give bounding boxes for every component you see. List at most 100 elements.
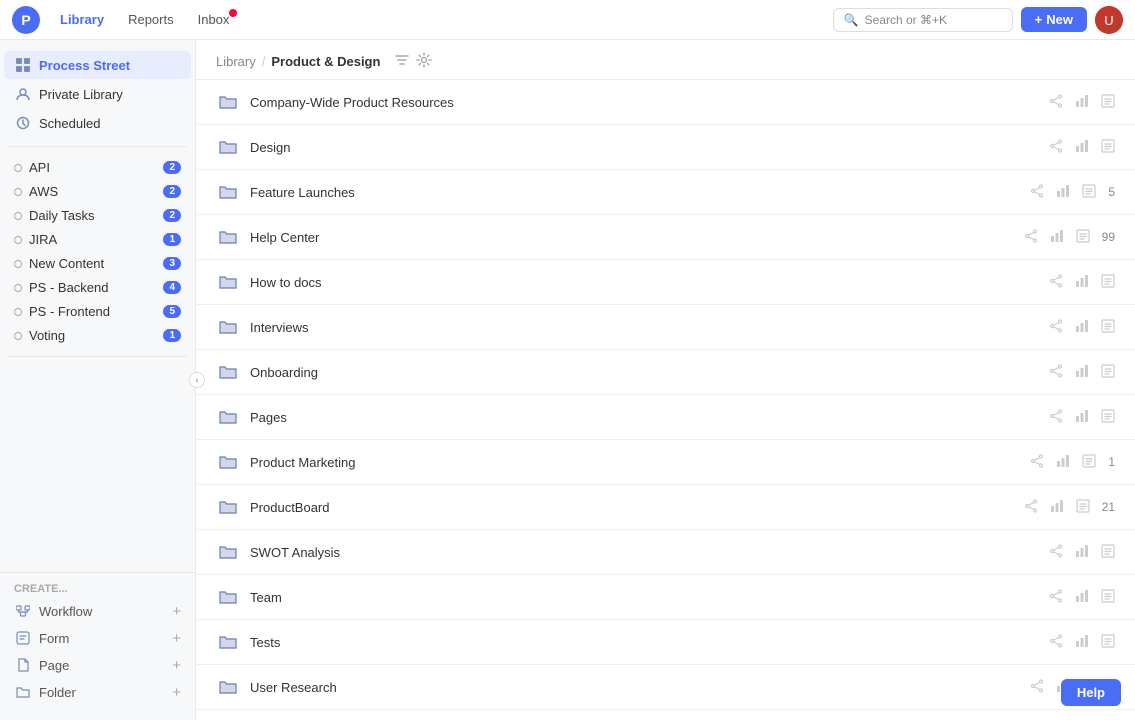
sidebar-tag-jira[interactable]: JIRA 1 — [4, 228, 191, 251]
chart-icon[interactable] — [1075, 634, 1089, 651]
tag-badge: 4 — [163, 281, 181, 294]
chart-icon[interactable] — [1050, 229, 1064, 246]
sidebar-tag-aws[interactable]: AWS 2 — [4, 180, 191, 203]
share-icon[interactable] — [1049, 94, 1063, 111]
list-icon[interactable] — [1101, 274, 1115, 291]
share-icon[interactable] — [1030, 184, 1044, 201]
page-icon — [14, 656, 32, 674]
list-icon[interactable] — [1101, 634, 1115, 651]
sidebar-item-private-library[interactable]: Private Library — [4, 80, 191, 108]
sidebar-tag-voting[interactable]: Voting 1 — [4, 324, 191, 347]
grid-icon — [14, 56, 32, 74]
nav-reports[interactable]: Reports — [118, 8, 184, 31]
nav-inbox[interactable]: Inbox — [188, 8, 240, 31]
chart-icon[interactable] — [1075, 139, 1089, 156]
create-form[interactable]: Form + — [4, 625, 191, 651]
chart-icon[interactable] — [1075, 589, 1089, 606]
folder-row[interactable]: Feature Launches 5 — [196, 170, 1135, 215]
share-icon[interactable] — [1049, 544, 1063, 561]
folder-row[interactable]: ProductBoard 21 — [196, 485, 1135, 530]
list-icon[interactable] — [1101, 94, 1115, 111]
nav-right: 🔍 Search or ⌘+K + New U — [833, 6, 1123, 34]
share-icon[interactable] — [1049, 364, 1063, 381]
avatar[interactable]: U — [1095, 6, 1123, 34]
folder-name: Feature Launches — [250, 185, 1030, 200]
folder-icon — [216, 540, 240, 564]
list-icon[interactable] — [1101, 139, 1115, 156]
folder-row[interactable]: SWOT Analysis — [196, 530, 1135, 575]
share-icon[interactable] — [1049, 589, 1063, 606]
list-icon[interactable] — [1082, 184, 1096, 201]
app-logo[interactable]: P — [12, 6, 40, 34]
list-icon[interactable] — [1082, 454, 1096, 471]
folder-row[interactable]: Tests — [196, 620, 1135, 665]
folder-actions — [1049, 319, 1115, 336]
chart-icon[interactable] — [1075, 544, 1089, 561]
breadcrumb-library[interactable]: Library — [216, 54, 256, 69]
nav-library[interactable]: Library — [50, 8, 114, 31]
folder-icon — [216, 270, 240, 294]
create-workflow[interactable]: Workflow + — [4, 598, 191, 624]
share-icon[interactable] — [1049, 139, 1063, 156]
chart-icon[interactable] — [1075, 94, 1089, 111]
sidebar-tag-ps---backend[interactable]: PS - Backend 4 — [4, 276, 191, 299]
share-icon[interactable] — [1049, 634, 1063, 651]
new-button[interactable]: + New — [1021, 7, 1087, 32]
workflow-icon — [14, 602, 32, 620]
help-button[interactable]: Help — [1061, 679, 1121, 706]
chart-icon[interactable] — [1056, 454, 1070, 471]
create-plus-icon: + — [172, 603, 181, 620]
folder-row[interactable]: Help Center 99 — [196, 215, 1135, 260]
list-icon[interactable] — [1101, 544, 1115, 561]
top-nav: P Library Reports Inbox 🔍 Search or ⌘+K … — [0, 0, 1135, 40]
folder-row[interactable]: Product Marketing 1 — [196, 440, 1135, 485]
chart-icon[interactable] — [1050, 499, 1064, 516]
sidebar-item-process-street[interactable]: Process Street — [4, 51, 191, 79]
share-icon[interactable] — [1049, 409, 1063, 426]
folder-row[interactable]: Design — [196, 125, 1135, 170]
filter-icon[interactable] — [394, 52, 410, 71]
list-icon[interactable] — [1101, 409, 1115, 426]
share-icon[interactable] — [1030, 679, 1044, 696]
sidebar-collapse-button[interactable]: ‹ — [189, 372, 205, 388]
folder-row[interactable]: Company-Wide Product Resources — [196, 80, 1135, 125]
sidebar-item-scheduled[interactable]: Scheduled — [4, 109, 191, 137]
sidebar-tag-ps---frontend[interactable]: PS - Frontend 5 — [4, 300, 191, 323]
sidebar-tag-api[interactable]: API 2 — [4, 156, 191, 179]
settings-icon[interactable] — [416, 52, 432, 71]
create-page[interactable]: Page + — [4, 652, 191, 678]
svg-text:U: U — [1104, 13, 1113, 28]
folder-row[interactable]: Pages — [196, 395, 1135, 440]
app-body: Process Street Private Library Scheduled — [0, 40, 1135, 720]
folder-actions: 1 — [1030, 454, 1115, 471]
sidebar-tag-new-content[interactable]: New Content 3 — [4, 252, 191, 275]
folder-row[interactable]: Team — [196, 575, 1135, 620]
chart-icon[interactable] — [1075, 274, 1089, 291]
sidebar-tag-daily-tasks[interactable]: Daily Tasks 2 — [4, 204, 191, 227]
list-icon[interactable] — [1101, 364, 1115, 381]
list-icon[interactable] — [1076, 229, 1090, 246]
share-icon[interactable] — [1024, 499, 1038, 516]
folder-row[interactable]: Interviews — [196, 305, 1135, 350]
folder-row[interactable]: Onboarding — [196, 350, 1135, 395]
chart-icon[interactable] — [1075, 364, 1089, 381]
folder-row[interactable]: How to docs — [196, 260, 1135, 305]
chart-icon[interactable] — [1056, 184, 1070, 201]
list-icon[interactable] — [1076, 499, 1090, 516]
list-icon[interactable] — [1101, 589, 1115, 606]
share-icon[interactable] — [1024, 229, 1038, 246]
folder-icon — [216, 405, 240, 429]
breadcrumb-current: Product & Design — [271, 54, 380, 69]
sidebar: Process Street Private Library Scheduled — [0, 40, 196, 720]
share-icon[interactable] — [1049, 319, 1063, 336]
share-icon[interactable] — [1049, 274, 1063, 291]
sidebar-bottom: Create... Workflow + Form + Page + Folde… — [0, 572, 195, 712]
chart-icon[interactable] — [1075, 319, 1089, 336]
share-icon[interactable] — [1030, 454, 1044, 471]
create-folder[interactable]: Folder + — [4, 679, 191, 705]
breadcrumb-icons — [394, 52, 432, 71]
search-box[interactable]: 🔍 Search or ⌘+K — [833, 8, 1013, 32]
list-icon[interactable] — [1101, 319, 1115, 336]
chart-icon[interactable] — [1075, 409, 1089, 426]
folder-row[interactable]: User Research 3 — [196, 665, 1135, 710]
